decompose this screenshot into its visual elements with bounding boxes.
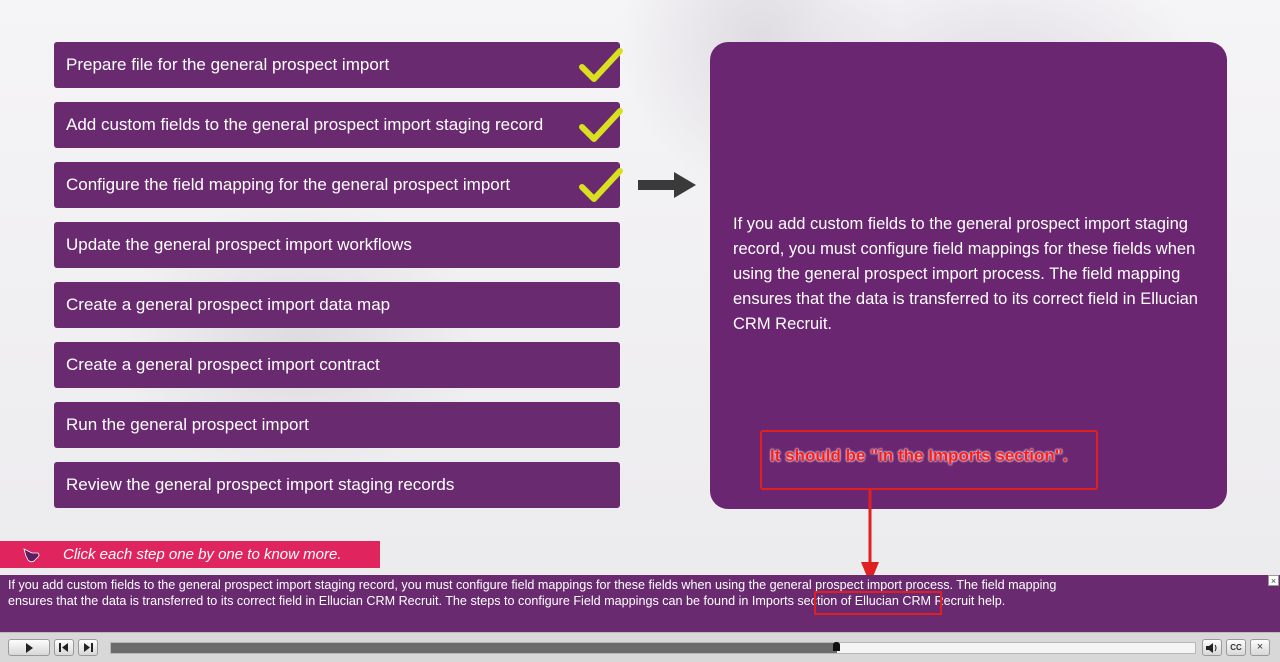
step-create-contract[interactable]: Create a general prospect import contrac… [54,342,620,388]
forward-button[interactable] [78,639,98,656]
play-button[interactable] [8,639,50,656]
close-button[interactable]: × [1250,639,1270,656]
checkmark-icon [579,48,623,82]
checkmark-icon [579,108,623,142]
step-add-custom-fields[interactable]: Add custom fields to the general prospec… [54,102,620,148]
instruction-banner: Click each step one by one to know more. [0,541,380,568]
pointer-hand-icon [23,548,40,563]
step-update-workflows[interactable]: Update the general prospect import workf… [54,222,620,268]
caption-line-2: ensures that the data is transferred to … [8,594,1006,608]
closed-caption-area: If you add custom fields to the general … [0,575,1280,632]
play-icon [26,643,33,653]
instruction-text: Click each step one by one to know more. [63,546,342,563]
progress-fill [111,643,837,653]
caption-annotation-box [814,591,942,615]
step-detail-text: If you add custom fields to the general … [733,215,1198,333]
annotation-arrow-icon [861,490,879,584]
caption-line-1: If you add custom fields to the general … [8,578,1057,592]
review-annotation-text: It should be "in the Imports section". [770,446,1068,465]
player-controls: CC × [0,632,1280,662]
playback-progress-bar[interactable] [110,642,1196,654]
step-review-staging-records[interactable]: Review the general prospect import stagi… [54,462,620,508]
scrubber-handle[interactable] [833,642,840,651]
volume-button[interactable] [1202,639,1222,656]
forward-icon [84,643,93,652]
checkmark-icon [579,168,623,202]
step-configure-field-mapping[interactable]: Configure the field mapping for the gene… [54,162,620,208]
close-icon: × [1256,641,1264,653]
step-create-data-map[interactable]: Create a general prospect import data ma… [54,282,620,328]
rewind-button[interactable] [54,639,74,656]
step-run-import[interactable]: Run the general prospect import [54,402,620,448]
rewind-icon [59,643,68,652]
current-step-arrow-icon [638,172,696,198]
closed-captions-button[interactable]: CC [1226,639,1246,656]
step-prepare-file[interactable]: Prepare file for the general prospect im… [54,42,620,88]
caption-close-icon[interactable]: × [1268,575,1279,586]
cc-icon: CC [1230,643,1242,652]
volume-icon [1206,643,1217,653]
